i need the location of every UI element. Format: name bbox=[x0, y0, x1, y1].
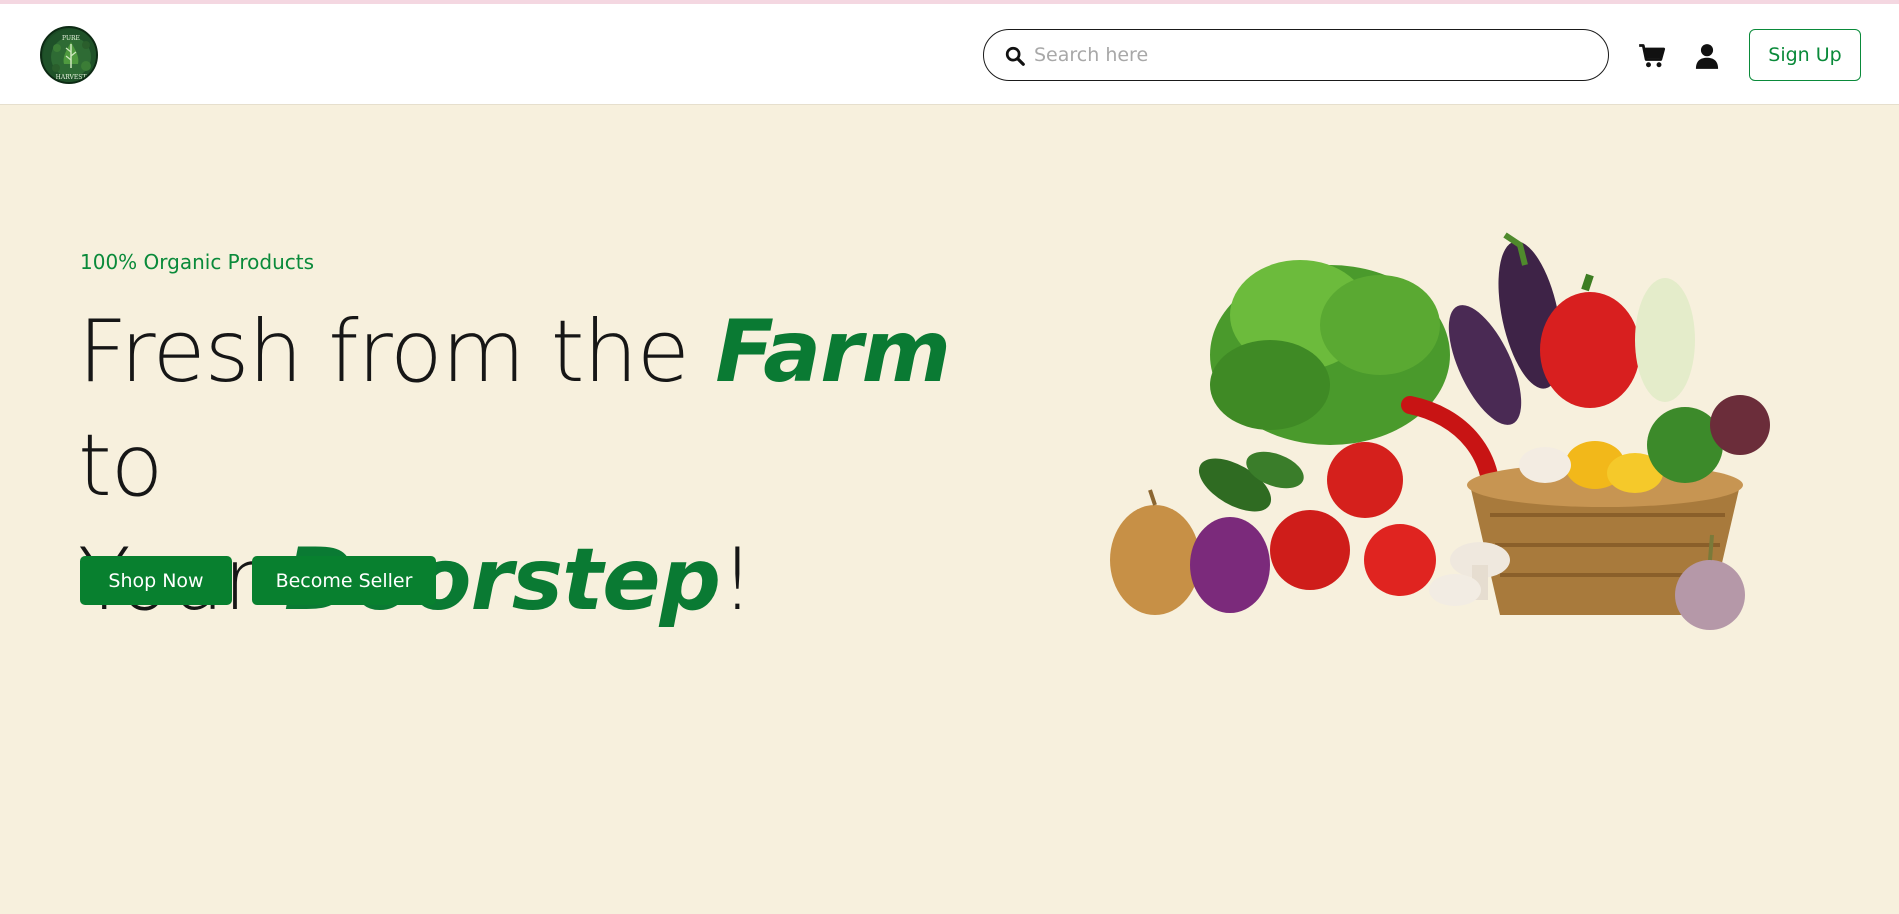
search-input[interactable] bbox=[1034, 38, 1594, 72]
sign-up-button[interactable]: Sign Up bbox=[1749, 29, 1861, 81]
pure-harvest-logo[interactable]: PURE HARVEST bbox=[40, 26, 98, 84]
shop-now-button[interactable]: Shop Now bbox=[80, 556, 232, 605]
logo-emblem: PURE HARVEST bbox=[43, 29, 96, 82]
svg-text:PURE: PURE bbox=[62, 35, 80, 42]
headline-text: Fresh from the bbox=[78, 302, 716, 402]
site-header: PURE HARVEST Sign Up bbox=[0, 4, 1899, 105]
headline-text: to bbox=[78, 416, 163, 516]
search-icon bbox=[1005, 46, 1025, 66]
user-icon bbox=[1695, 44, 1719, 69]
become-seller-button[interactable]: Become Seller bbox=[252, 556, 436, 605]
svg-text:HARVEST: HARVEST bbox=[56, 74, 87, 81]
cart-button[interactable] bbox=[1638, 42, 1666, 70]
hero-tagline: 100% Organic Products bbox=[80, 250, 315, 274]
user-account-button[interactable] bbox=[1693, 42, 1721, 70]
search-bar[interactable] bbox=[983, 29, 1609, 81]
vegetable-basket-image bbox=[1110, 232, 1770, 630]
headline-text: ! bbox=[720, 530, 754, 630]
cart-icon bbox=[1639, 44, 1666, 68]
headline-accent-farm: Farm bbox=[715, 302, 951, 402]
